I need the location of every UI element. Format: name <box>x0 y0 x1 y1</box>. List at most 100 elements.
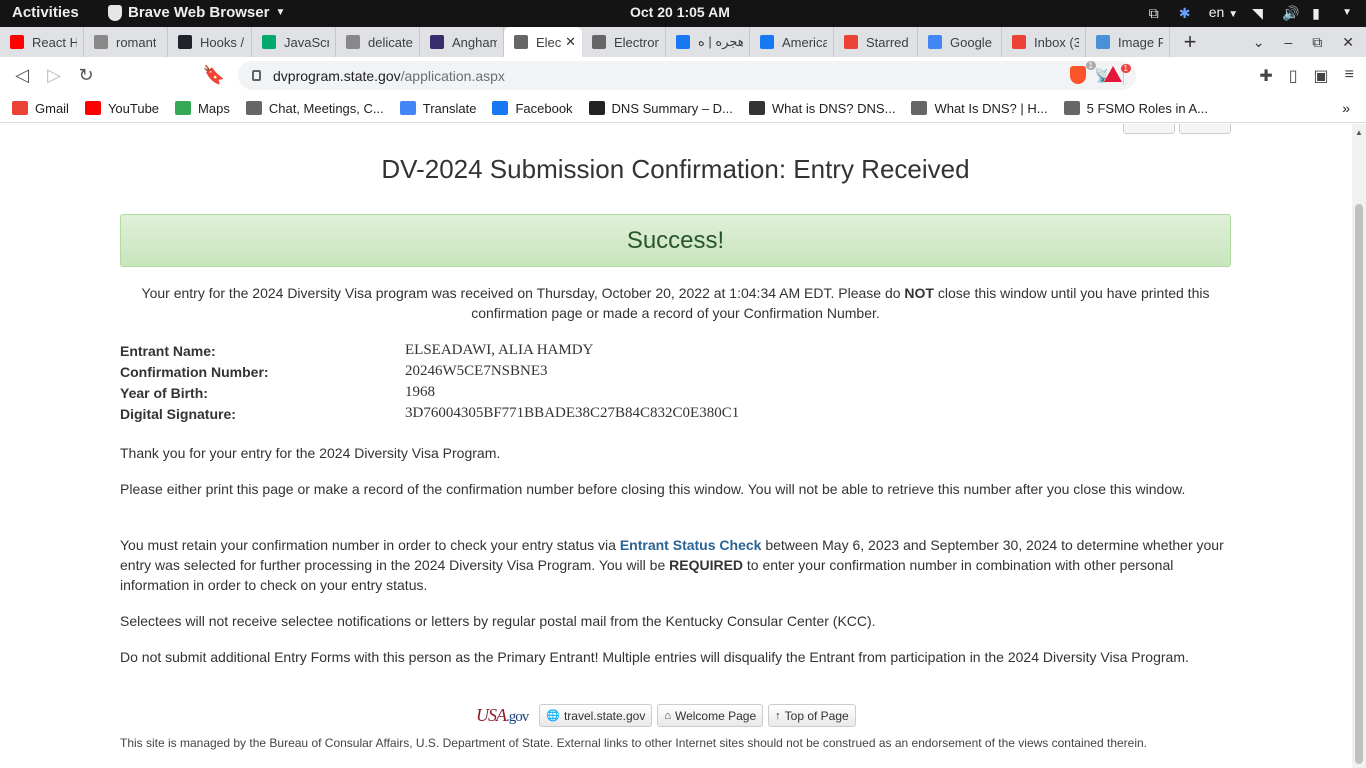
tab-title: delicate <box>368 34 413 50</box>
bookmarks-bar: Gmail YouTube Maps Chat, Meetings, C... Tran… <box>0 94 1366 123</box>
success-alert: Success! <box>120 214 1231 267</box>
new-tab-icon[interactable]: + <box>1170 29 1210 55</box>
tab-0[interactable]: React H <box>0 27 84 57</box>
system-clock[interactable]: Oct 20 1:05 AM <box>630 4 730 20</box>
brave-shields-icon[interactable]: 1 <box>1070 61 1096 84</box>
maximize-icon[interactable]: ⧉ <box>1312 34 1322 51</box>
tab-search-chevron-icon[interactable]: ⌄ <box>1253 34 1265 51</box>
bookmark-icon[interactable]: 🔖 <box>198 65 230 86</box>
tab-title: هجره | ه <box>698 34 743 49</box>
system-tray[interactable]: ⧉ ✱ en ▼ ◥ 🔊 ▮ ▼ <box>1149 4 1352 21</box>
dns-icon <box>588 101 605 115</box>
tab-12[interactable]: Inbox (3 <box>1002 27 1086 57</box>
bookmark-item[interactable]: What is DNS? DNS... <box>748 101 895 116</box>
tab-3[interactable]: JavaScr <box>252 27 336 57</box>
battery-icon[interactable]: ▮ <box>1312 5 1328 21</box>
brave-rewards-icon[interactable]: 1 <box>1104 64 1131 82</box>
close-tab-icon[interactable]: ✕ <box>565 34 576 50</box>
entrant-status-check-link[interactable]: Entrant Status Check <box>620 537 762 553</box>
volume-icon[interactable]: 🔊 <box>1282 5 1299 21</box>
facebook-icon <box>676 35 690 49</box>
brave-lion-icon <box>108 4 122 21</box>
tab-5[interactable]: Angham <box>420 27 504 57</box>
arrow-up-icon: ↑ <box>775 709 781 722</box>
lock-icon[interactable] <box>252 70 261 81</box>
browser-toolbar: ◁ ▷ ↻ 🔖 dvprogram.state.gov/application.… <box>0 57 1366 94</box>
top-of-page-button[interactable]: ↑ Top of Page <box>768 704 856 727</box>
tab-2[interactable]: Hooks / <box>168 27 252 57</box>
partial-button[interactable] <box>1179 124 1231 134</box>
nsl-icon <box>748 101 765 115</box>
reload-icon[interactable]: ↻ <box>70 65 102 86</box>
tab-10[interactable]: Starred <box>834 27 918 57</box>
activities-button[interactable]: Activities <box>12 4 79 21</box>
chevron-down-icon[interactable]: ▼ <box>1342 7 1352 18</box>
bookmarks-overflow-icon[interactable]: » <box>1342 100 1350 116</box>
tab-strip: React H romant Hooks / JavaScr delicate Angha… <box>0 27 1366 57</box>
bookmark-item[interactable]: What Is DNS? | H... <box>911 101 1048 116</box>
tab-7[interactable]: Electron <box>582 27 666 57</box>
received-notice: Your entry for the 2024 Diversity Visa p… <box>141 285 1210 321</box>
tab-9[interactable]: America <box>750 27 834 57</box>
no-additional-entries-warning: Do not submit additional Entry Forms wit… <box>120 649 1189 665</box>
bookmark-label: Gmail <box>35 100 69 116</box>
minimize-icon[interactable]: – <box>1284 34 1292 50</box>
extensions-icon[interactable]: ✚ <box>1259 66 1272 86</box>
address-bar[interactable]: dvprogram.state.gov/application.aspx 📡 <box>238 61 1136 90</box>
back-icon[interactable]: ◁ <box>6 65 38 86</box>
bookmark-item[interactable]: DNS Summary – D... <box>588 100 733 116</box>
tab-title: Electron <box>614 34 659 50</box>
tab-8[interactable]: هجره | ه <box>666 27 750 57</box>
gmail-icon <box>844 35 858 49</box>
forward-icon[interactable]: ▷ <box>38 65 70 86</box>
detail-value: 1968 <box>405 384 435 400</box>
close-window-icon[interactable]: ✕ <box>1342 34 1354 51</box>
tab-1[interactable]: romant <box>84 27 168 57</box>
bluetooth-icon[interactable]: ✱ <box>1179 5 1195 21</box>
page-scrollbar[interactable]: ▲ <box>1352 124 1366 768</box>
url-path: /application.aspx <box>400 67 505 84</box>
required-emphasis: REQUIRED <box>669 557 744 573</box>
facebook-icon <box>492 101 509 115</box>
partial-header-buttons <box>1123 124 1231 134</box>
url-host: dvprogram.state.gov <box>273 67 401 84</box>
page-icon <box>346 35 360 49</box>
tab-6[interactable]: Elect✕ <box>504 27 582 57</box>
travel-state-gov-button[interactable]: 🌐 travel.state.gov <box>539 704 653 727</box>
globe-icon <box>911 101 928 115</box>
bookmark-item[interactable]: Chat, Meetings, C... <box>245 101 384 116</box>
partial-button[interactable] <box>1123 124 1175 134</box>
welcome-page-button[interactable]: ⌂ Welcome Page <box>657 704 764 727</box>
detail-label: Year of Birth: <box>120 384 208 401</box>
maps-icon <box>175 101 192 115</box>
bookmark-item[interactable]: Maps <box>175 101 230 116</box>
page-title: DV-2024 Submission Confirmation: Entry R… <box>381 154 970 184</box>
page-icon <box>94 35 108 49</box>
usa-gov-logo[interactable]: USA.gov <box>476 705 529 726</box>
tab-13[interactable]: Image R <box>1086 27 1170 57</box>
tab-title: Google <box>950 34 992 50</box>
detail-row: Year of Birth: 1968 <box>120 382 739 403</box>
language-indicator[interactable]: en ▼ <box>1209 4 1238 20</box>
bookmark-item[interactable]: Translate <box>399 101 476 116</box>
scroll-up-icon[interactable]: ▲ <box>1355 128 1363 137</box>
wifi-icon[interactable]: ◥ <box>1252 5 1268 21</box>
scroll-thumb[interactable] <box>1355 204 1363 764</box>
tab-11[interactable]: Google <box>918 27 1002 57</box>
bookmark-item[interactable]: 5 FSMO Roles in A... <box>1063 101 1208 116</box>
entry-details: Entrant Name: ELSEADAWI, ALIA HAMDY Confir… <box>120 340 739 424</box>
bookmark-item[interactable]: Gmail <box>12 101 69 116</box>
wallet-icon[interactable]: ▣ <box>1314 66 1329 86</box>
tab-4[interactable]: delicate <box>336 27 420 57</box>
bookmark-item[interactable]: Facebook <box>492 101 573 116</box>
bookmark-label: DNS Summary – D... <box>611 100 733 116</box>
screen-share-icon[interactable]: ⧉ <box>1149 5 1165 21</box>
page-viewport: DV-2024 Submission Confirmation: Entry R… <box>0 124 1352 768</box>
bookmark-item[interactable]: YouTube <box>84 101 159 116</box>
translate-icon <box>399 101 416 115</box>
app-menu[interactable]: Brave Web Browser ▼ <box>108 4 285 21</box>
sidebar-icon[interactable]: ▯ <box>1289 66 1298 86</box>
menu-icon[interactable]: ≡ <box>1345 66 1354 86</box>
tab-title: JavaScr <box>284 34 329 50</box>
footer-links: USA.gov 🌐 travel.state.gov ⌂ Welcome Pag… <box>476 704 856 727</box>
